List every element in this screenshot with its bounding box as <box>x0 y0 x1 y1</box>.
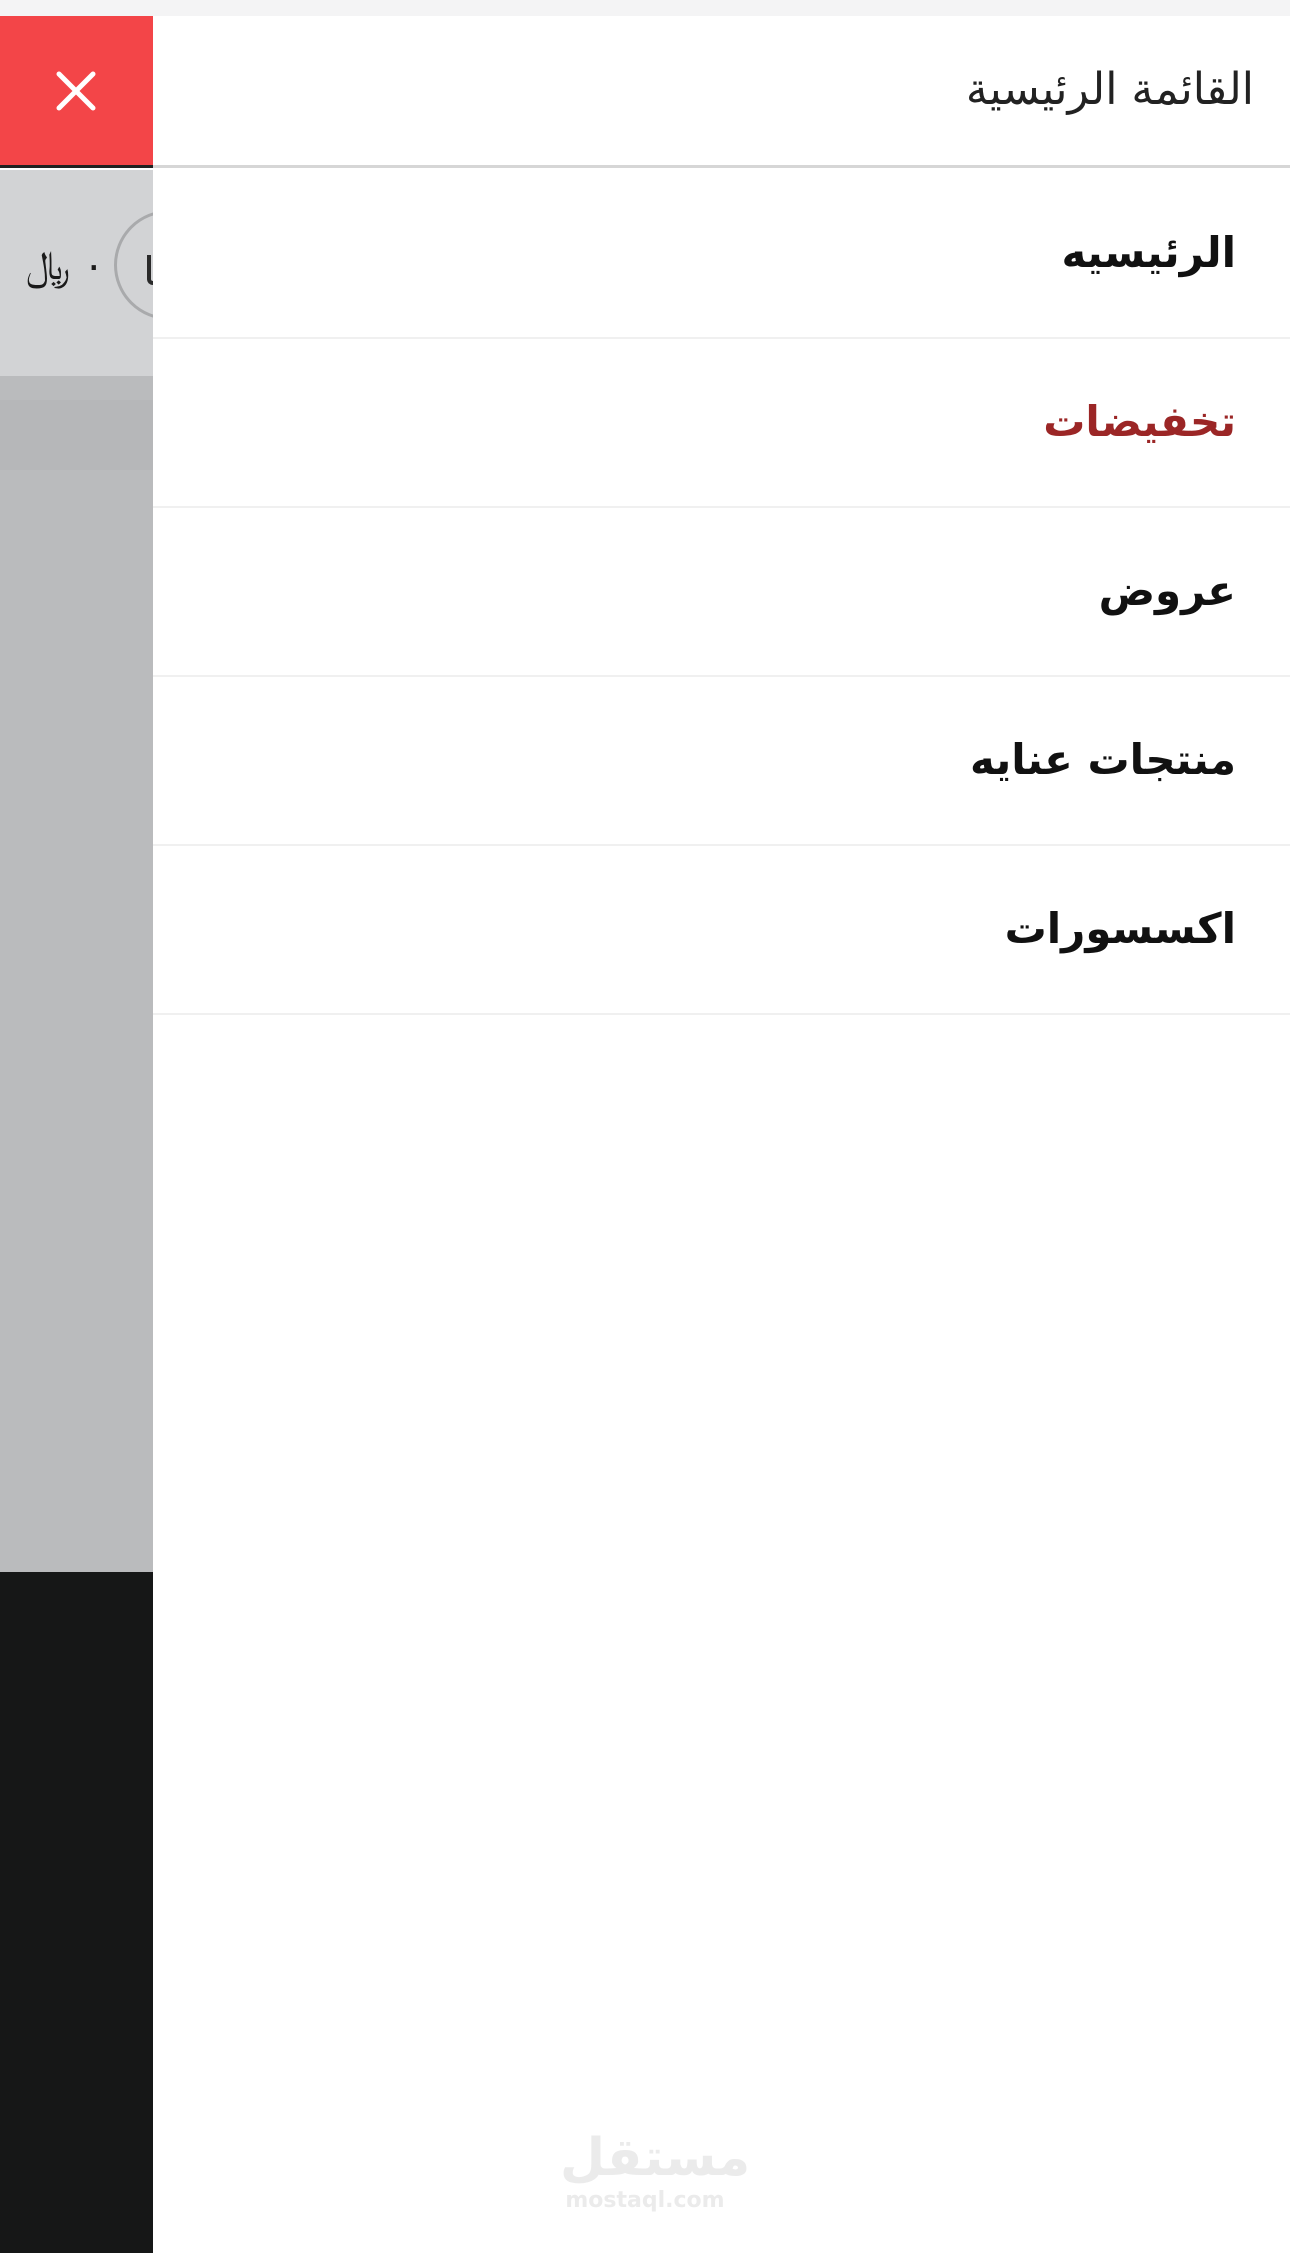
menu-item-home[interactable]: الرئيسيه <box>153 170 1290 339</box>
menu-item-care-products[interactable]: منتجات عنايه <box>153 677 1290 846</box>
menu-item-accessories[interactable]: اكسسورات <box>153 846 1290 1015</box>
drawer-header: القائمة الرئيسية <box>153 16 1290 168</box>
background-footer <box>0 1572 153 2253</box>
menu-item-label: اكسسورات <box>1004 904 1236 953</box>
cart-total: ٠ ﷼ <box>26 243 105 289</box>
top-strip <box>0 0 1290 17</box>
overlay-band <box>0 400 153 470</box>
watermark-latin: mostaql.com <box>565 2188 725 2213</box>
close-icon <box>56 71 96 111</box>
main-menu-drawer: القائمة الرئيسية الرئيسيه تخفيضات عروض م… <box>153 16 1290 2253</box>
menu-item-offers[interactable]: عروض <box>153 508 1290 677</box>
watermark-arabic: مستقل <box>560 2128 751 2188</box>
menu-item-label: الرئيسيه <box>1061 228 1236 277</box>
drawer-title: القائمة الرئيسية <box>965 64 1254 115</box>
menu-list: الرئيسيه تخفيضات عروض منتجات عنايه اكسسو… <box>153 170 1290 1015</box>
menu-item-discounts[interactable]: تخفيضات <box>153 339 1290 508</box>
watermark: مستقل mostaql.com <box>560 2128 751 2214</box>
close-menu-button[interactable] <box>0 16 153 168</box>
menu-item-label: تخفيضات <box>1043 397 1236 446</box>
menu-item-label: عروض <box>1098 566 1236 615</box>
page-overlay[interactable] <box>0 376 153 1572</box>
menu-item-label: منتجات عنايه <box>969 735 1236 784</box>
